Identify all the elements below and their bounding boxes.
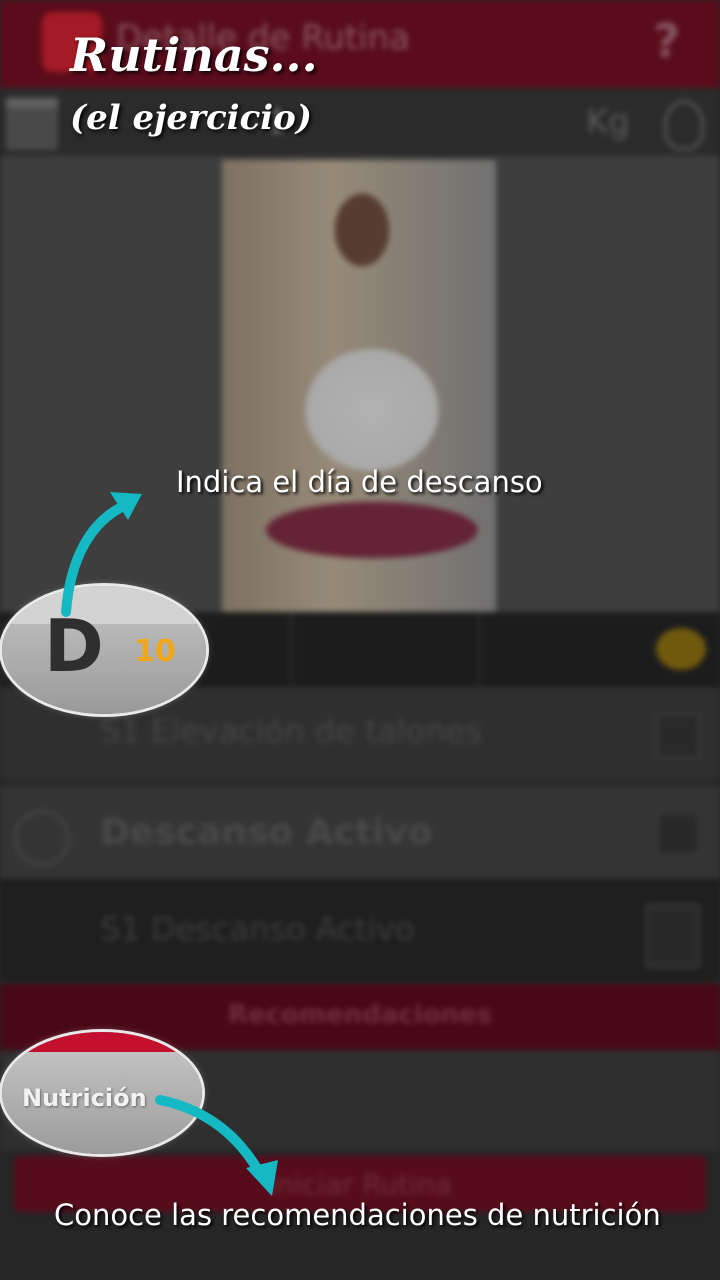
nutrition-caption: Conoce las recomendaciones de nutrición xyxy=(54,1198,661,1232)
nutrition-tab-label[interactable]: Nutrición xyxy=(22,1084,147,1112)
rest-day-caption: Indica el día de descanso xyxy=(176,465,543,499)
rest-day-number: 10 xyxy=(134,634,176,669)
nutrition-magnifier: Nutrición xyxy=(2,1032,202,1154)
magnifier-band xyxy=(2,586,206,624)
rest-day-magnifier: D 10 xyxy=(2,586,206,714)
magnifier-band xyxy=(2,1032,202,1052)
rest-day-letter: D xyxy=(44,604,104,688)
tutorial-title: Rutinas... xyxy=(70,28,318,82)
tutorial-subtitle: (el ejercicio) xyxy=(70,98,312,138)
screenshot-stage: Detalle de Rutina ? 1 Kg S1 Elevación de… xyxy=(0,0,720,1280)
